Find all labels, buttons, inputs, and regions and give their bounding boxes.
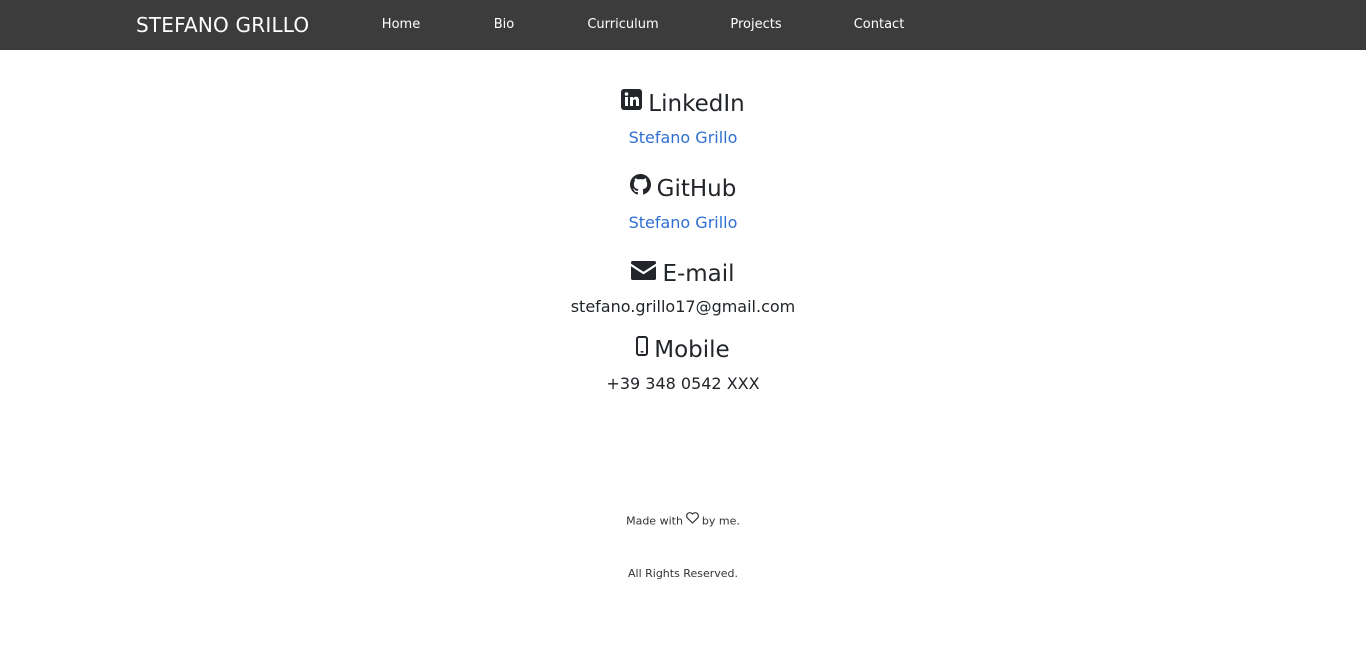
mobile-value: +39 348 0542 XXX bbox=[606, 374, 760, 393]
email-value: stefano.grillo17@gmail.com bbox=[570, 297, 796, 316]
mobile-title: Mobile bbox=[654, 337, 730, 363]
linkedin-title: LinkedIn bbox=[648, 91, 745, 117]
brand-link[interactable]: STEFANO GRILLO bbox=[136, 12, 309, 38]
nav-link-bio[interactable]: Bio bbox=[494, 16, 514, 34]
footer-made-text: Made with bbox=[626, 514, 683, 528]
github-heading: GitHub bbox=[0, 173, 1366, 205]
linkedin-heading: LinkedIn bbox=[0, 88, 1366, 120]
mobile-icon bbox=[636, 334, 649, 364]
top-navbar: STEFANO GRILLO Home Bio Curriculum Proje… bbox=[0, 0, 1366, 50]
nav-link-home[interactable]: Home bbox=[382, 16, 420, 34]
github-value-row: Stefano Grillo bbox=[0, 212, 1366, 234]
nav-link-contact[interactable]: Contact bbox=[854, 16, 905, 34]
linkedin-icon bbox=[621, 88, 643, 118]
footer-made-with: Made with by me. bbox=[0, 512, 1366, 530]
github-title: GitHub bbox=[656, 176, 737, 202]
envelope-icon bbox=[631, 258, 657, 288]
linkedin-link[interactable]: Stefano Grillo bbox=[629, 128, 738, 147]
linkedin-value-row: Stefano Grillo bbox=[0, 127, 1366, 149]
mobile-heading: Mobile bbox=[0, 335, 1366, 366]
footer-by-text: by me. bbox=[701, 514, 740, 528]
footer-rights: All Rights Reserved. bbox=[627, 567, 739, 580]
email-title: E-mail bbox=[662, 261, 735, 287]
nav-link-projects[interactable]: Projects bbox=[730, 16, 781, 34]
github-link[interactable]: Stefano Grillo bbox=[629, 213, 738, 232]
heart-icon bbox=[685, 512, 699, 529]
email-heading: E-mail bbox=[0, 259, 1366, 290]
nav-link-curriculum[interactable]: Curriculum bbox=[587, 16, 658, 34]
github-icon bbox=[629, 173, 651, 203]
